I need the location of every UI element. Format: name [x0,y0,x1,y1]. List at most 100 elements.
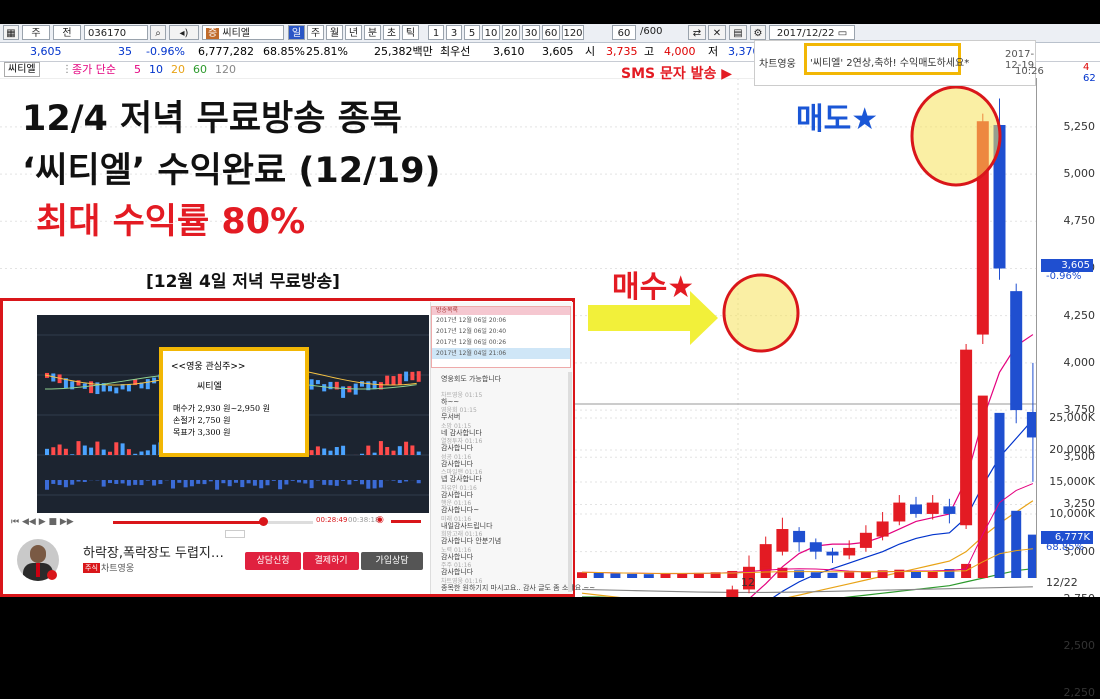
scope-select[interactable]: 전 [53,25,81,40]
price-change: 35 [118,43,132,61]
high-price: 4,000 [664,43,696,61]
collapse-handle[interactable] [225,530,245,538]
collapse-icon[interactable]: ⋮ [62,62,72,78]
stock-name: 씨티엘 [222,28,250,39]
stop-icon[interactable]: ■ [49,517,58,527]
live-badge-icon [47,570,57,580]
broadcast-list-item[interactable]: 2017년 12월 06일 20:06 [432,315,570,326]
bottom-bar [0,597,1100,615]
sms-time: 10:26 [1015,66,1044,77]
headline-line3: 최대 수익률 80% [36,193,305,244]
seek-progress [113,521,263,524]
save-icon[interactable]: ▤ [729,25,747,40]
note-target: 목표가 3,300 원 [173,427,230,438]
time-total: 00:38:18 [348,516,379,524]
tab-period-4[interactable]: 분 [364,25,381,40]
ma-period-10: 10 [149,63,163,76]
chat-message: 영웅회도 가능합니다 [441,374,501,384]
ma-period-5: 5 [134,63,141,76]
chat-message: 종목한 원하기지 마시고요.. 감사 글도 좀 소세요 ~~ [441,583,595,593]
price-tick: 5,000 [1064,167,1096,180]
sell-label: 매도★ [796,94,878,138]
broadcast-list-item[interactable]: 2017년 12월 06일 20:40 [432,326,570,337]
volume-tag-pct: 68.85% [1046,542,1084,553]
headline-line1: 12/4 저녁 무료방송 종목 [22,90,402,141]
note-buy-value: 2,930 원~2,950 원 [198,404,270,413]
volume-tick: 15,000K [1049,475,1095,488]
ma-period-20: 20 [171,63,185,76]
corner-value-2: 62 [1083,73,1096,84]
stock-tag[interactable]: 씨티엘 [4,62,40,77]
x-label-end: 12/22 [1046,576,1078,589]
sms-sender: 차트영웅 [759,55,796,70]
sound-icon[interactable]: ◂) [169,25,199,40]
gear-icon[interactable]: ⚙ [750,25,766,40]
market-select[interactable]: 주 [22,25,50,40]
broadcast-list-item[interactable]: 2017년 12월 04일 21:06 [432,348,570,359]
high-label: 고 [644,43,654,61]
code-input[interactable]: 036170 [84,25,148,40]
tab-interval-30[interactable]: 30 [522,25,540,40]
tab-period-1[interactable]: 주 [307,25,324,40]
pay-button[interactable]: 결제하기 [303,552,359,570]
tab-interval-1[interactable]: 1 [428,25,444,40]
consult-button[interactable]: 상담신청 [245,552,301,570]
note-target-label: 목표가 [173,428,195,437]
volume-slider[interactable] [391,520,421,523]
calendar-icon[interactable]: ▭ [838,28,847,39]
join-button[interactable]: 가입상담 [361,552,423,570]
compare-icon[interactable]: ⇄ [688,25,706,40]
volume-tick: 25,000K [1049,411,1095,424]
channel-tag: 주식 [83,563,100,573]
seek-handle[interactable] [259,517,268,526]
ask-price: 3,605 [542,43,574,61]
tab-period-2[interactable]: 월 [326,25,343,40]
tab-interval-10[interactable]: 10 [482,25,500,40]
play-icon[interactable]: ▶ [39,517,46,527]
tab-interval-5[interactable]: 5 [464,25,480,40]
indicator-label: 종가 단순 [72,62,116,78]
tab-interval-20[interactable]: 20 [502,25,520,40]
tab-interval-3[interactable]: 3 [446,25,462,40]
price-tick: 4,250 [1064,309,1096,322]
chat-scrollbar[interactable] [568,372,572,592]
date-value: 2017/12/22 [777,28,835,39]
forward-icon[interactable]: ▶▶ [60,517,74,527]
date-input[interactable]: 2017/12/22 ▭ [769,25,855,40]
volume: 6,777,282 [198,43,254,61]
note-stock: 씨티엘 [197,379,222,392]
volume-ratio: 68.85% [263,43,305,61]
price-tick: 2,500 [1064,639,1096,652]
volume-tick: 10,000K [1049,507,1095,520]
layout-icon[interactable]: ▦ [3,25,19,40]
note-stop-value: 2,750 원 [198,416,231,425]
broadcast-title: 하락장,폭락장도 두렵지… [83,542,224,561]
rewind-icon[interactable]: ◀◀ [22,517,36,527]
player-controls: ⏮ ◀◀ ▶ ■ ▶▶ [11,517,74,527]
seek-bar[interactable] [113,521,313,524]
volume-icon[interactable]: ◉ [376,515,384,525]
price-tick: 4,750 [1064,214,1096,227]
tab-interval-120[interactable]: 120 [562,25,584,40]
tab-period-6[interactable]: 틱 [402,25,419,40]
sms-label: SMS 문자 발송 ▶ [621,63,732,83]
tab-interval-60[interactable]: 60 [542,25,560,40]
prev-icon[interactable]: ⏮ [11,517,19,527]
sms-message: '씨티엘' 2연상,축하! 수익매도하세요* [810,54,969,69]
broadcast-list-header: 방송목록 [432,307,570,315]
time-current: 00:28:49 [316,516,347,524]
broadcast-list-item[interactable]: 2017년 12월 06일 00:26 [432,337,570,348]
crosshair-icon[interactable]: ✕ [708,25,726,40]
count-input[interactable]: 60 [612,25,636,40]
tab-period-5[interactable]: 초 [383,25,400,40]
preferred-label: 최우선 [440,43,470,61]
stock-name-field[interactable]: 증 씨티엘 [202,25,284,40]
open-price: 3,735 [606,43,638,61]
note-buy-label: 매수가 [173,404,195,413]
note-stop-label: 손절가 [173,416,195,425]
tab-period-0[interactable]: 일 [288,25,305,40]
stock-badge-icon: 증 [206,28,219,39]
tab-period-3[interactable]: 년 [345,25,362,40]
search-icon[interactable]: ⌕ [150,25,166,40]
sms-message-card: 차트영웅 '씨티엘' 2연상,축하! 수익매도하세요* 2017-12-19 1… [754,40,1036,86]
